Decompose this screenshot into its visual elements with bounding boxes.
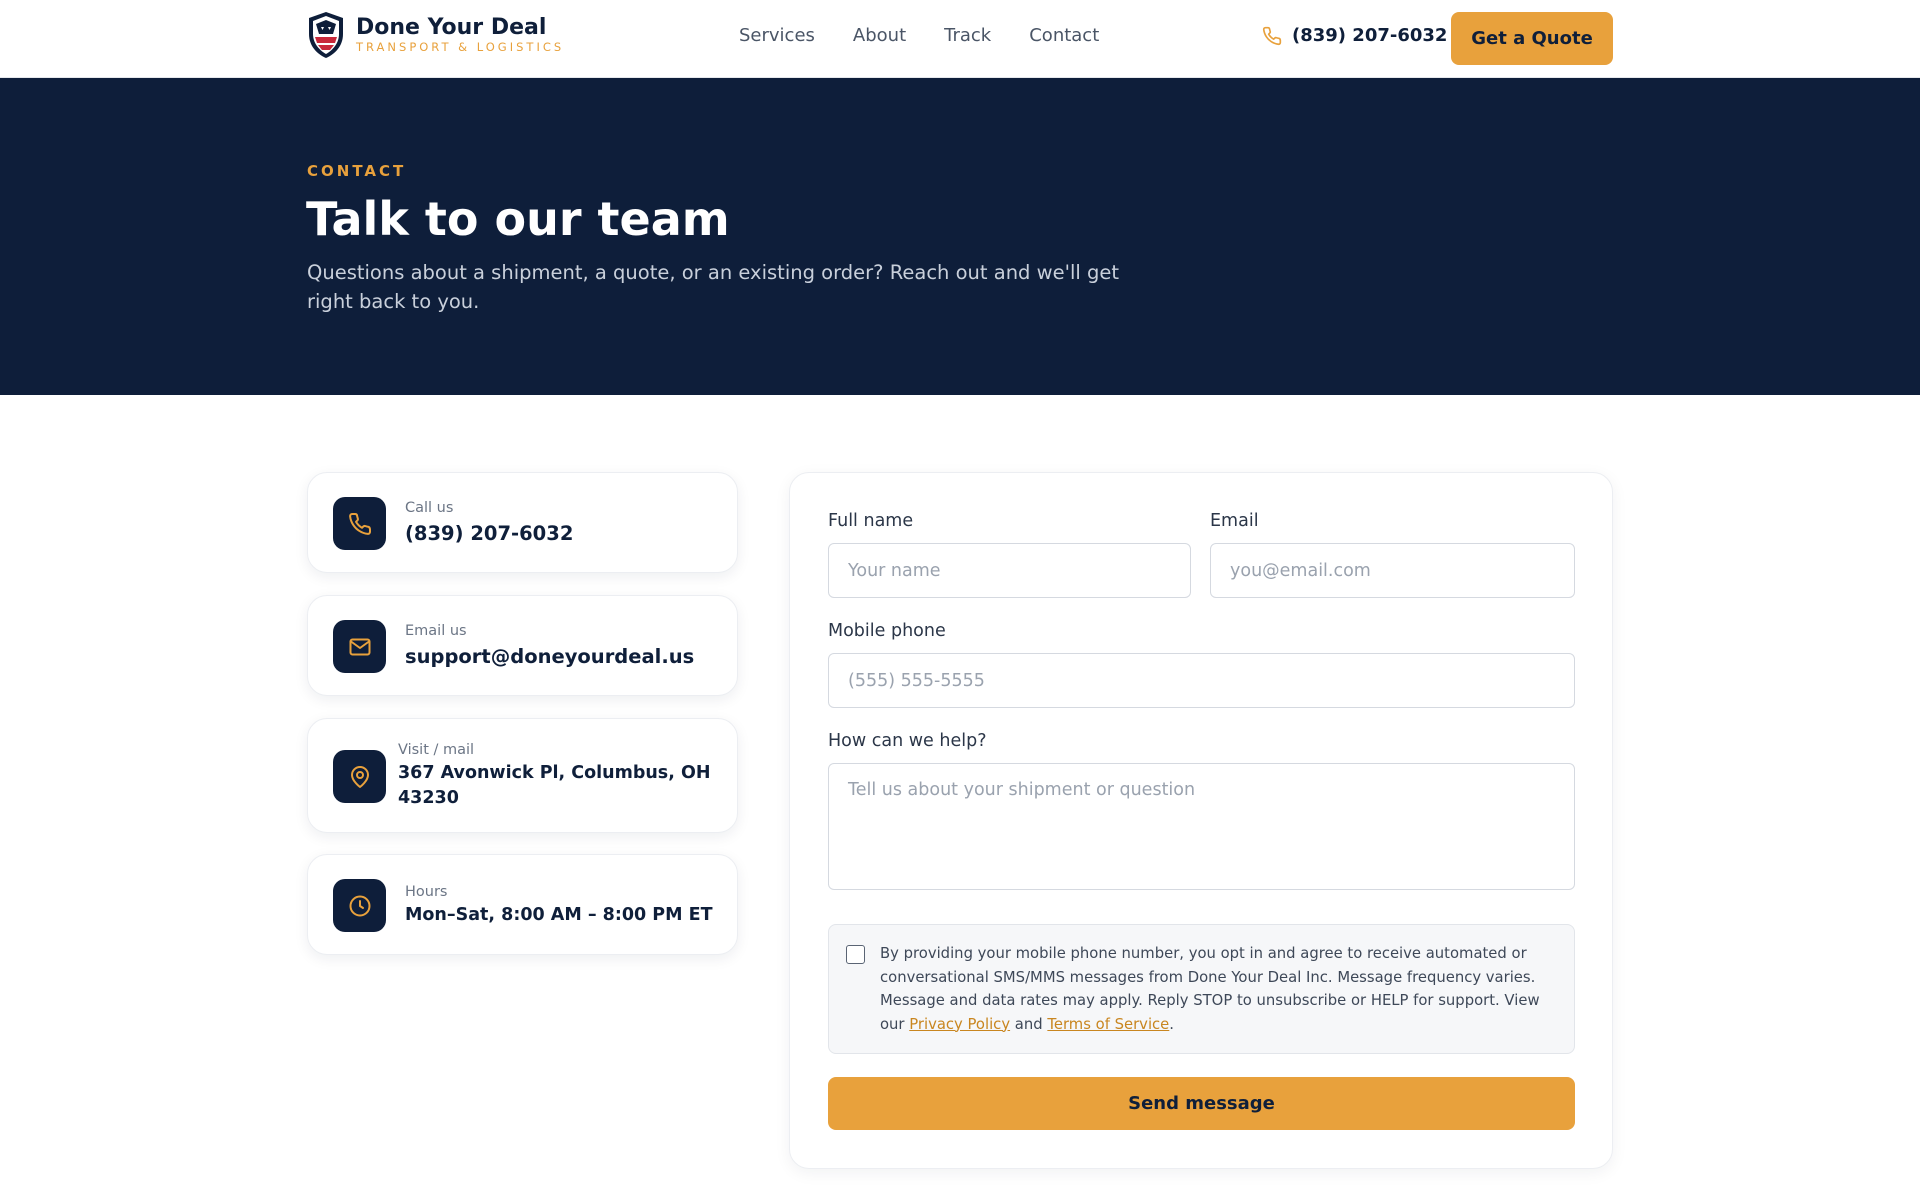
visit-mail-label: Visit / mail (398, 742, 475, 758)
help-label: How can we help? (828, 731, 987, 751)
consent-and: and (1014, 1015, 1043, 1033)
help-textarea[interactable] (828, 763, 1575, 890)
privacy-policy-link[interactable]: Privacy Policy (909, 1016, 1010, 1033)
email-us-card[interactable]: Email us support@doneyourdeal.us (307, 595, 738, 696)
phone-icon (1262, 26, 1282, 45)
nav-contact[interactable]: Contact (1029, 25, 1099, 46)
sms-consent-box: By providing your mobile phone number, y… (828, 924, 1575, 1054)
call-us-label: Call us (405, 500, 454, 516)
visit-mail-card[interactable]: Visit / mail 367 Avonwick Pl, Columbus, … (307, 718, 738, 833)
sms-consent-text: By providing your mobile phone number, y… (880, 942, 1560, 1036)
email-label: Email (1210, 511, 1259, 531)
send-message-button[interactable]: Send message (828, 1077, 1575, 1130)
full-name-label: Full name (828, 511, 914, 531)
consent-end: . (1169, 1015, 1175, 1033)
nav-services[interactable]: Services (739, 25, 815, 46)
brand-logo[interactable]: Done Your Deal TRANSPORT & LOGISTICS (306, 10, 564, 60)
hero-eyebrow: CONTACT (307, 162, 407, 180)
header-phone-number: (839) 207-6032 (1292, 25, 1448, 46)
brand-name: Done Your Deal (356, 15, 547, 40)
brand-tagline: TRANSPORT & LOGISTICS (356, 40, 565, 54)
site-header: Done Your Deal TRANSPORT & LOGISTICS Ser… (0, 0, 1920, 78)
page-title: Talk to our team (306, 192, 730, 246)
sms-consent-checkbox[interactable] (846, 945, 865, 964)
hero-banner: CONTACT Talk to our team Questions about… (0, 78, 1920, 395)
mail-icon (333, 620, 386, 673)
hours-value: Mon–Sat, 8:00 AM – 8:00 PM ET (405, 905, 713, 925)
hours-card: Hours Mon–Sat, 8:00 AM – 8:00 PM ET (307, 854, 738, 955)
call-us-value: (839) 207-6032 (405, 522, 574, 545)
map-pin-icon (333, 750, 386, 803)
hero-subtitle: Questions about a shipment, a quote, or … (307, 261, 1119, 313)
contact-form: Full name Email Mobile phone How can we … (789, 472, 1613, 1169)
email-us-label: Email us (405, 623, 467, 639)
header-phone-link[interactable]: (839) 207-6032 (1262, 25, 1447, 46)
nav-about[interactable]: About (853, 25, 906, 46)
hours-label: Hours (405, 884, 448, 900)
mobile-phone-input[interactable] (828, 653, 1575, 708)
get-quote-button[interactable]: Get a Quote (1451, 12, 1613, 65)
phone-icon (333, 497, 386, 550)
nav-track[interactable]: Track (944, 25, 991, 46)
terms-of-service-link[interactable]: Terms of Service (1047, 1016, 1169, 1033)
main-nav: Services About Track Contact (739, 25, 1099, 46)
visit-mail-value: 367 Avonwick Pl, Columbus, OH 43230 (398, 763, 711, 808)
clock-icon (333, 879, 386, 932)
email-us-value: support@doneyourdeal.us (405, 645, 695, 668)
full-name-input[interactable] (828, 543, 1191, 598)
email-input[interactable] (1210, 543, 1575, 598)
shield-logo-icon (309, 12, 343, 58)
call-us-card[interactable]: Call us (839) 207-6032 (307, 472, 738, 573)
mobile-phone-label: Mobile phone (828, 621, 946, 641)
